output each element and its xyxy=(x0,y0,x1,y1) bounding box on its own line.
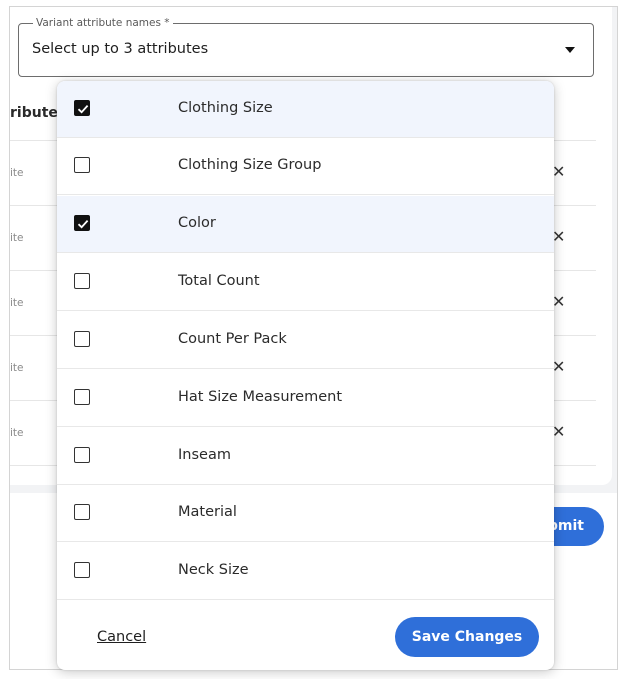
option-hat-size-measurement[interactable]: Hat Size Measurement xyxy=(57,370,554,427)
remove-icon[interactable]: ✕ xyxy=(552,422,565,441)
option-label: Material xyxy=(178,504,237,520)
checkbox[interactable] xyxy=(74,100,90,116)
dropdown-footer: Cancel Save Changes xyxy=(57,600,554,670)
attribute-row-text: ite xyxy=(10,427,24,439)
checkmark-icon xyxy=(77,104,89,114)
checkbox[interactable] xyxy=(74,562,90,578)
caret-down-icon xyxy=(565,47,575,53)
option-total-count[interactable]: Total Count xyxy=(57,254,554,311)
checkbox[interactable] xyxy=(74,157,90,173)
option-inseam[interactable]: Inseam xyxy=(57,428,554,485)
remove-icon[interactable]: ✕ xyxy=(552,162,565,181)
option-label: Total Count xyxy=(178,273,260,289)
option-label: Inseam xyxy=(178,447,231,463)
attribute-row-text: ite xyxy=(10,297,24,309)
option-label: Hat Size Measurement xyxy=(178,389,343,405)
option-label: Count Per Pack xyxy=(178,331,287,347)
attribute-column-header: ribute xyxy=(10,105,58,121)
checkbox[interactable] xyxy=(74,331,90,347)
checkbox[interactable] xyxy=(74,504,90,520)
attribute-select-label: Variant attribute names * xyxy=(33,16,173,30)
option-label: Clothing Size xyxy=(178,100,273,116)
checkbox[interactable] xyxy=(74,273,90,289)
attribute-options-dropdown: Clothing Size Clothing Size Group Color … xyxy=(57,81,554,670)
option-count-per-pack[interactable]: Count Per Pack xyxy=(57,312,554,369)
option-label: Color xyxy=(178,215,216,231)
checkbox[interactable] xyxy=(74,389,90,405)
remove-icon[interactable]: ✕ xyxy=(552,227,565,246)
checkmark-icon xyxy=(77,219,89,229)
attribute-select-value: Select up to 3 attributes xyxy=(32,41,209,57)
remove-icon[interactable]: ✕ xyxy=(552,357,565,376)
attribute-row-text: ite xyxy=(10,232,24,244)
attribute-row-text: ite xyxy=(10,362,24,374)
cancel-button[interactable]: Cancel xyxy=(97,629,146,645)
option-material[interactable]: Material xyxy=(57,485,554,542)
option-neck-size[interactable]: Neck Size xyxy=(57,543,554,600)
option-clothing-size[interactable]: Clothing Size xyxy=(57,81,554,138)
checkbox[interactable] xyxy=(74,215,90,231)
option-label: Clothing Size Group xyxy=(178,157,322,173)
remove-icon[interactable]: ✕ xyxy=(552,292,565,311)
variant-attribute-select[interactable]: Variant attribute names * Select up to 3… xyxy=(18,16,594,77)
option-color[interactable]: Color xyxy=(57,196,554,253)
option-clothing-size-group[interactable]: Clothing Size Group xyxy=(57,138,554,195)
save-changes-button[interactable]: Save Changes xyxy=(395,617,539,657)
attribute-row-text: ite xyxy=(10,167,24,179)
checkbox[interactable] xyxy=(74,447,90,463)
option-label: Neck Size xyxy=(178,562,249,578)
